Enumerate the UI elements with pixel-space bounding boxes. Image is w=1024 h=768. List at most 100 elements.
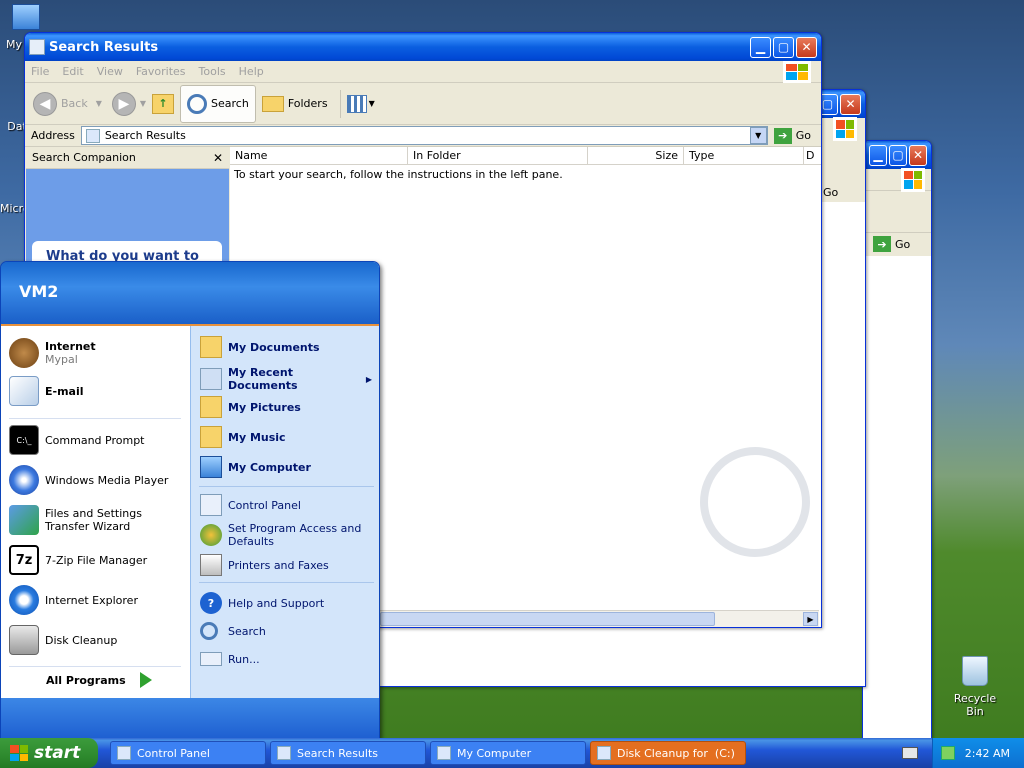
places-set-program-access[interactable]: Set Program Access and Defaults [200,522,368,548]
close-button[interactable]: ✕ [909,144,927,166]
go-arrow-icon: ➔ [873,236,891,252]
windows-logo-icon [10,745,28,761]
recent-internet-explorer[interactable]: Internet Explorer [9,585,138,615]
places-control-panel[interactable]: Control Panel [200,494,301,516]
taskbar-item-my-computer[interactable]: My Computer [430,741,586,765]
start-menu-places: My Documents My Recent Documents ▶ My Pi… [190,326,379,698]
close-button[interactable]: ✕ [796,36,817,58]
go-button[interactable]: ➔ Go [873,233,921,255]
window-titlebar[interactable]: Search Results ▁ ▢ ✕ [25,33,821,61]
places-my-recent-documents[interactable]: My Recent Documents ▶ [200,366,372,392]
recent-7zip[interactable]: 7z 7-Zip File Manager [9,545,147,575]
minimize-button[interactable]: ▁ [750,36,771,58]
chevron-right-icon: ▶ [365,374,372,384]
taskbar-item-control-panel[interactable]: Control Panel [110,741,266,765]
magnifier-watermark-icon [700,447,810,557]
column-date[interactable]: D [804,147,820,164]
places-my-documents[interactable]: My Documents [200,336,320,358]
start-menu: VM2 Internet Mypal E-mail C:\_ Command P… [0,261,380,739]
maximize-button[interactable]: ▢ [889,144,907,166]
column-type[interactable]: Type [684,147,804,164]
search-button[interactable]: Search [180,84,256,123]
window-titlebar[interactable]: ▁ ▢ ✕ [863,141,931,169]
start-menu-separator [199,582,374,583]
menu-view[interactable]: View [97,65,123,78]
back-button[interactable]: ◀ Back ▼ [33,91,102,116]
places-my-music[interactable]: My Music [200,426,286,448]
menu-favorites[interactable]: Favorites [136,65,186,78]
menu-file[interactable]: File [31,65,49,78]
start-menu-footer [1,698,379,738]
places-my-pictures[interactable]: My Pictures [200,396,301,418]
recycle-bin-icon [962,656,988,686]
places-run[interactable]: Run... [200,652,260,666]
back-arrow-icon: ◀ [33,91,57,116]
recent-files-settings-transfer[interactable]: Files and Settings Transfer Wizard [9,505,185,535]
internet-explorer-icon [9,585,39,615]
go-button[interactable]: Go [823,186,838,199]
scrollbar-thumb[interactable] [380,612,715,626]
address-input[interactable]: Search Results ▼ [80,126,768,145]
disk-cleanup-icon [9,625,39,655]
command-prompt-icon: C:\_ [9,425,39,455]
user-name: VM2 [19,282,59,301]
places-my-computer[interactable]: My Computer [200,456,311,478]
recent-windows-media-player[interactable]: Windows Media Player [9,465,168,495]
start-menu-separator [9,666,181,667]
places-printers-faxes[interactable]: Printers and Faxes [200,554,329,576]
search-icon [200,622,218,640]
network-icon[interactable] [940,746,955,760]
menu-help[interactable]: Help [239,65,264,78]
start-menu-separator [9,418,181,419]
all-programs-button[interactable]: All Programs [46,672,152,688]
address-dropdown-button[interactable]: ▼ [749,127,767,144]
close-icon[interactable]: ✕ [213,151,223,165]
empty-results-message: To start your search, follow the instruc… [234,168,563,181]
start-menu-programs: Internet Mypal E-mail C:\_ Command Promp… [1,326,190,698]
forward-button[interactable]: ▶ ▼ [111,91,146,116]
start-button[interactable]: start [0,738,98,768]
desktop-icon-recycle-bin[interactable]: Recycle Bin [944,656,1006,718]
desktop-icon-my-computer[interactable]: My [6,4,46,51]
pinned-email[interactable]: E-mail [9,376,84,406]
my-computer-icon [437,746,451,760]
views-icon [346,94,367,113]
menu-edit[interactable]: Edit [62,65,83,78]
background-window-2[interactable]: ▁ ▢ ✕ ➔ Go [862,140,932,738]
run-icon [200,652,222,666]
up-folder-button[interactable]: ↑ [152,93,175,114]
places-search[interactable]: Search [200,622,266,640]
maximize-button[interactable]: ▢ [773,36,794,58]
folders-button[interactable]: Folders [261,95,328,112]
column-in-folder[interactable]: In Folder [408,147,588,164]
media-player-icon [9,465,39,495]
close-button[interactable]: ✕ [840,93,861,115]
menu-tools[interactable]: Tools [199,65,226,78]
minimize-button[interactable]: ▁ [869,144,887,166]
views-button[interactable]: ▼ [346,94,375,113]
go-arrow-icon: ➔ [773,127,792,144]
taskbar-item-search-results[interactable]: Search Results [270,741,426,765]
clock[interactable]: 2:42 AM [965,747,1010,760]
search-results-icon [277,746,291,760]
recent-disk-cleanup[interactable]: Disk Cleanup [9,625,117,655]
places-help-support[interactable]: ? Help and Support [200,592,324,614]
go-button[interactable]: ➔ Go [773,127,811,144]
scroll-right-button[interactable]: ▶ [803,612,818,626]
up-folder-icon: ↑ [152,93,175,114]
transfer-wizard-icon [9,505,39,535]
keyboard-icon[interactable] [902,747,918,759]
help-icon: ? [200,592,222,614]
taskbar: start Control Panel Search Results My Co… [0,738,1024,768]
column-name[interactable]: Name [230,147,408,164]
search-results-small-icon [85,128,100,143]
menu-bar: File Edit View Favorites Tools Help [25,60,821,83]
chevron-down-icon: ▼ [95,99,102,108]
printer-icon [200,554,222,576]
taskbar-item-disk-cleanup[interactable]: Disk Cleanup for (C:) [590,741,746,765]
forward-arrow-icon: ▶ [111,91,136,116]
pinned-internet[interactable]: Internet Mypal [9,338,96,368]
column-size[interactable]: Size [588,147,684,164]
computer-icon [12,4,40,30]
recent-command-prompt[interactable]: C:\_ Command Prompt [9,425,145,455]
